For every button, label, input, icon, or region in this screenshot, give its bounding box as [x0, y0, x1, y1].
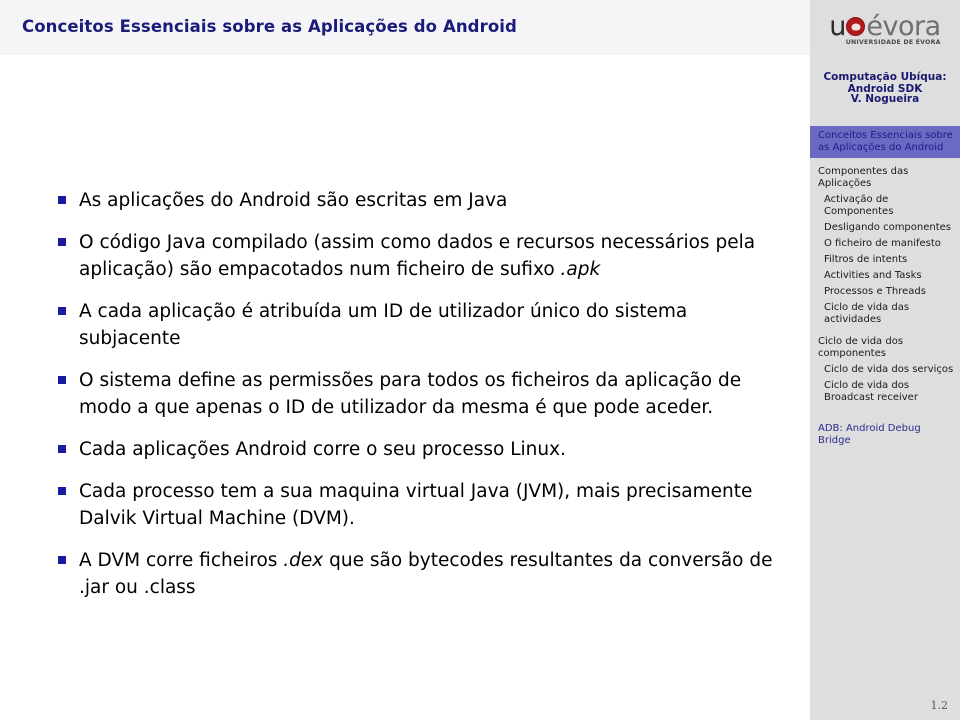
bullet-square-icon	[58, 307, 66, 315]
toc-item-11[interactable]: Ciclo de vida dos Broadcast receiver	[810, 378, 960, 406]
course-line-1: Computação Ubíqua:	[823, 71, 947, 83]
bullet-item: Cada aplicações Android corre o seu proc…	[54, 436, 774, 463]
toc-item-10[interactable]: Ciclo de vida dos serviços	[810, 362, 960, 378]
bullet-item: Cada processo tem a sua maquina virtual …	[54, 478, 774, 532]
slide-header: Conceitos Essenciais sobre as Aplicações…	[0, 0, 810, 55]
logo-wrap: u évora UNIVERSIDADE DE ÉVORA	[829, 11, 941, 46]
bullet-item: O sistema define as permissões para todo…	[54, 367, 774, 421]
page-title: Conceitos Essenciais sobre as Aplicações…	[22, 17, 517, 36]
bullet-text: O sistema define as permissões para todo…	[79, 370, 742, 418]
bullet-text: A cada aplicação é atribuída um ID de ut…	[79, 301, 688, 349]
slide-content: As aplicações do Android são escritas em…	[0, 57, 810, 720]
toc-item-0[interactable]: Conceitos Essenciais sobre as Aplicações…	[810, 125, 960, 158]
sidebar: u évora UNIVERSIDADE DE ÉVORA Computação…	[810, 0, 960, 720]
bullet-square-icon	[58, 238, 66, 246]
toc-item-3[interactable]: Desligando componentes	[810, 220, 960, 236]
toc-item-1[interactable]: Componentes das Aplicações	[810, 164, 960, 192]
bullet-square-icon	[58, 487, 66, 495]
page-number: 1.2	[930, 699, 949, 712]
bullet-square-icon	[58, 556, 66, 564]
logo-wordmark: évora	[866, 11, 941, 43]
logo-u-letter: u	[829, 11, 846, 43]
bullet-text: As aplicações do Android são escritas em…	[79, 190, 508, 211]
toc-item-2[interactable]: Activação de Componentes	[810, 192, 960, 220]
evora-seal-icon	[846, 17, 866, 37]
toc-item-7[interactable]: Processos e Threads	[810, 284, 960, 300]
toc-item-4[interactable]: O ficheiro de manifesto	[810, 236, 960, 252]
bullet-text: A DVM corre ficheiros .dex que são bytec…	[79, 550, 773, 598]
bullet-square-icon	[58, 376, 66, 384]
logo-subtitle: UNIVERSIDADE DE ÉVORA	[845, 38, 941, 46]
bullet-item: A cada aplicação é atribuída um ID de ut…	[54, 298, 774, 352]
bullet-item: As aplicações do Android são escritas em…	[54, 187, 774, 214]
toc-item-9[interactable]: Ciclo de vida dos componentes	[810, 334, 960, 362]
bullet-list: As aplicações do Android são escritas em…	[54, 187, 774, 601]
course-author: V. Nogueira	[850, 93, 920, 105]
table-of-contents: Conceitos Essenciais sobre as Aplicações…	[810, 125, 960, 449]
bullet-text: O código Java compilado (assim como dado…	[79, 232, 756, 280]
toc-item-8[interactable]: Ciclo de vida das actividades	[810, 300, 960, 328]
course-info: Computação Ubíqua: Android SDK V. Noguei…	[810, 62, 960, 106]
university-logo: u évora UNIVERSIDADE DE ÉVORA	[810, 0, 960, 62]
logo-row: u évora	[829, 11, 941, 43]
toc-item-6[interactable]: Activities and Tasks	[810, 268, 960, 284]
slide-root: Conceitos Essenciais sobre as Aplicações…	[0, 0, 960, 720]
bullet-item: A DVM corre ficheiros .dex que são bytec…	[54, 547, 774, 601]
bullet-square-icon	[58, 445, 66, 453]
bullet-item: O código Java compilado (assim como dado…	[54, 229, 774, 283]
toc-item-12[interactable]: ADB: Android Debug Bridge	[810, 421, 960, 449]
toc-spacer	[810, 406, 960, 412]
bullet-text: Cada aplicações Android corre o seu proc…	[79, 439, 566, 460]
toc-item-5[interactable]: Filtros de intents	[810, 252, 960, 268]
bullet-square-icon	[58, 196, 66, 204]
bullet-text: Cada processo tem a sua maquina virtual …	[79, 481, 753, 529]
